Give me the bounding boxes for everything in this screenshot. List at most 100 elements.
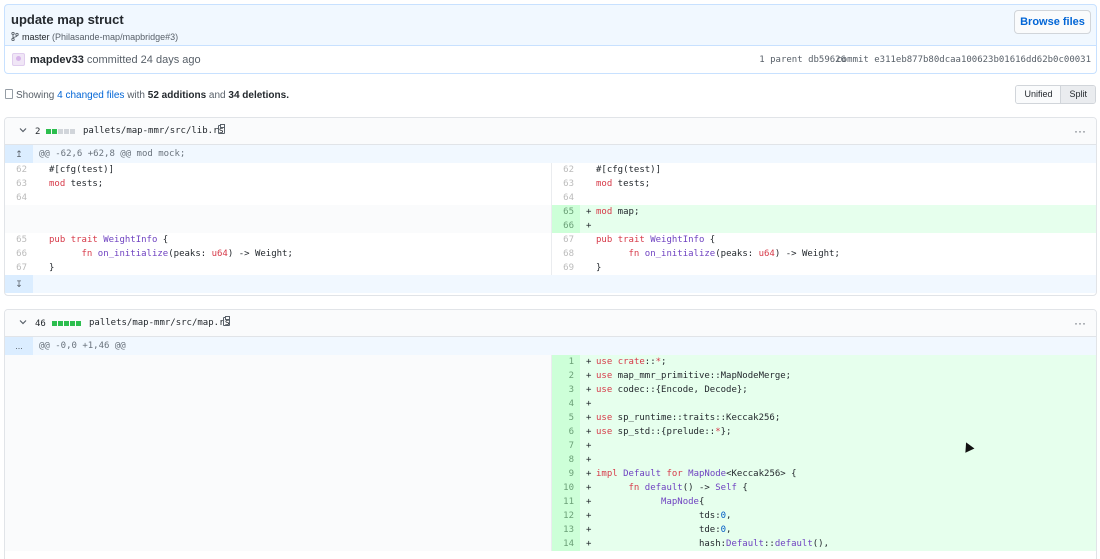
line-number[interactable]: 9: [552, 467, 580, 481]
chevron-down-icon[interactable]: [19, 126, 27, 134]
code-text: use sp_std::{prelude::*};: [596, 427, 732, 437]
line-number[interactable]: 13: [552, 523, 580, 537]
code-text: tde:0,: [596, 525, 732, 535]
line-number[interactable]: 63: [5, 177, 33, 191]
left-half: 67}: [5, 261, 551, 275]
right-half: 4 +: [551, 397, 1096, 411]
line-number[interactable]: 11: [552, 495, 580, 509]
added-line-row: 3 + use codec::{Encode, Decode};: [5, 383, 1096, 397]
line-number[interactable]: 12: [552, 509, 580, 523]
line-number[interactable]: 5: [552, 411, 580, 425]
right-half: 3 + use codec::{Encode, Decode};: [551, 383, 1096, 397]
added-line-row: 1 + use crate::*;: [5, 355, 1096, 369]
line-number[interactable]: 8: [552, 453, 580, 467]
line-number[interactable]: 3: [552, 383, 580, 397]
expand-down-button[interactable]: ↧: [5, 275, 33, 293]
addition-marker: +: [586, 413, 592, 423]
additions-count: 52 additions: [147, 90, 207, 101]
line-number[interactable]: 65: [552, 205, 580, 219]
avatar[interactable]: [12, 53, 25, 66]
file-path[interactable]: pallets/map-mmr/src/map.rs: [89, 318, 230, 328]
commit-sha: commit e311eb877b80dcaa100623b01616dd62b…: [836, 55, 1091, 65]
line-number[interactable]: 6: [552, 425, 580, 439]
deletions-count: 34 deletions.: [228, 90, 289, 101]
diff-summary: Showing 4 changed files with 52 addition…: [5, 89, 289, 101]
code-text: mod map;: [596, 207, 640, 217]
addition-marker: +: [586, 483, 592, 493]
diffstat-addition-block: [58, 321, 63, 326]
addition-marker: +: [586, 469, 592, 479]
code-text: use sp_runtime::traits::Keccak256;: [596, 413, 781, 423]
left-half: 65 pub trait WeightInfo {: [5, 233, 551, 247]
line-number[interactable]: 64: [552, 191, 580, 205]
file-change-count: 46: [35, 319, 46, 329]
changed-files-link[interactable]: 4 changed files: [57, 90, 124, 101]
right-half: 2 + use map_mmr_primitive::MapNodeMerge;: [551, 369, 1096, 383]
author-link[interactable]: mapdev33: [30, 54, 84, 66]
hunk-header: ... @@ -0,0 +1,46 @@: [5, 337, 1096, 355]
addition-marker: +: [586, 371, 592, 381]
line-number[interactable]: 1: [552, 355, 580, 369]
commit-header: update map struct master (Philasande-map…: [4, 4, 1097, 46]
right-half: 62 #[cfg(test)]: [551, 163, 1096, 177]
left-half: [5, 537, 551, 551]
diffstat-addition-block: [52, 129, 57, 134]
code-text: }: [49, 263, 55, 273]
line-number[interactable]: 66: [552, 219, 580, 233]
author-line: mapdev33 committed 24 days ago: [30, 54, 201, 66]
line-number[interactable]: 62: [5, 163, 33, 177]
file-menu-button[interactable]: ···: [1074, 124, 1086, 138]
copy-path-icon[interactable]: [223, 316, 230, 326]
copy-path-icon[interactable]: [218, 124, 225, 134]
left-half: [5, 369, 551, 383]
file-path[interactable]: pallets/map-mmr/src/lib.rs: [83, 126, 224, 136]
browse-files-button[interactable]: Browse files: [1014, 10, 1091, 34]
addition-marker: +: [586, 525, 592, 535]
left-half: [5, 219, 551, 233]
added-line-row: 6 + use sp_std::{prelude::*};: [5, 425, 1096, 439]
line-number[interactable]: 2: [552, 369, 580, 383]
code-text: fn on_initialize(peaks: u64) -> Weight;: [628, 249, 840, 259]
branch-refs[interactable]: (Philasande-map/mapbridge#3): [52, 32, 178, 42]
unified-view-button[interactable]: Unified: [1016, 86, 1062, 103]
right-half: 10 + fn default() -> Self {: [551, 481, 1096, 495]
expand-more-button[interactable]: ...: [5, 337, 33, 355]
line-number[interactable]: 10: [552, 481, 580, 495]
line-number[interactable]: 67: [552, 233, 580, 247]
line-number[interactable]: 63: [552, 177, 580, 191]
left-half: [5, 453, 551, 467]
addition-marker: +: [586, 357, 592, 367]
line-number[interactable]: 66: [5, 247, 33, 261]
file-menu-button[interactable]: ···: [1074, 316, 1086, 330]
line-number[interactable]: 68: [552, 247, 580, 261]
added-line-row: 4 +: [5, 397, 1096, 411]
chevron-down-icon[interactable]: [19, 318, 27, 326]
expand-up-button[interactable]: ↥: [5, 145, 33, 163]
summary-prefix: Showing: [16, 90, 55, 101]
diff-lines: 1 + use crate::*; 2 + use map_mmr_primitive::…: [5, 355, 1096, 551]
line-number[interactable]: 65: [5, 233, 33, 247]
diffstat-neutral-block: [70, 129, 75, 134]
line-number[interactable]: 62: [552, 163, 580, 177]
line-number[interactable]: 69: [552, 261, 580, 275]
right-half: 9 + impl Default for MapNode<Keccak256> {: [551, 467, 1096, 481]
file-diff: 2 pallets/map-mmr/src/lib.rs ··· ↥ @@ -6…: [4, 117, 1097, 296]
line-number[interactable]: 64: [5, 191, 33, 205]
line-number[interactable]: 14: [552, 537, 580, 551]
branch-name[interactable]: master: [22, 32, 50, 42]
line-number[interactable]: 67: [5, 261, 33, 275]
hunk-text: @@ -62,6 +62,8 @@ mod mock;: [39, 149, 186, 159]
right-half: 12 + tds:0,: [551, 509, 1096, 523]
committed-text: committed 24 days ago: [86, 54, 201, 66]
right-half: 11 + MapNode{: [551, 495, 1096, 509]
left-half: [5, 495, 551, 509]
added-line-row: 14 + hash:Default::default(),: [5, 537, 1096, 551]
diffstat-neutral-block: [64, 129, 69, 134]
split-view-button[interactable]: Split: [1061, 86, 1095, 103]
diffstat-bar: [52, 321, 81, 326]
line-number[interactable]: 7: [552, 439, 580, 453]
line-number[interactable]: 4: [552, 397, 580, 411]
code-text: pub trait WeightInfo {: [596, 235, 716, 245]
right-half: 13 + tde:0,: [551, 523, 1096, 537]
left-half: 64: [5, 191, 551, 205]
